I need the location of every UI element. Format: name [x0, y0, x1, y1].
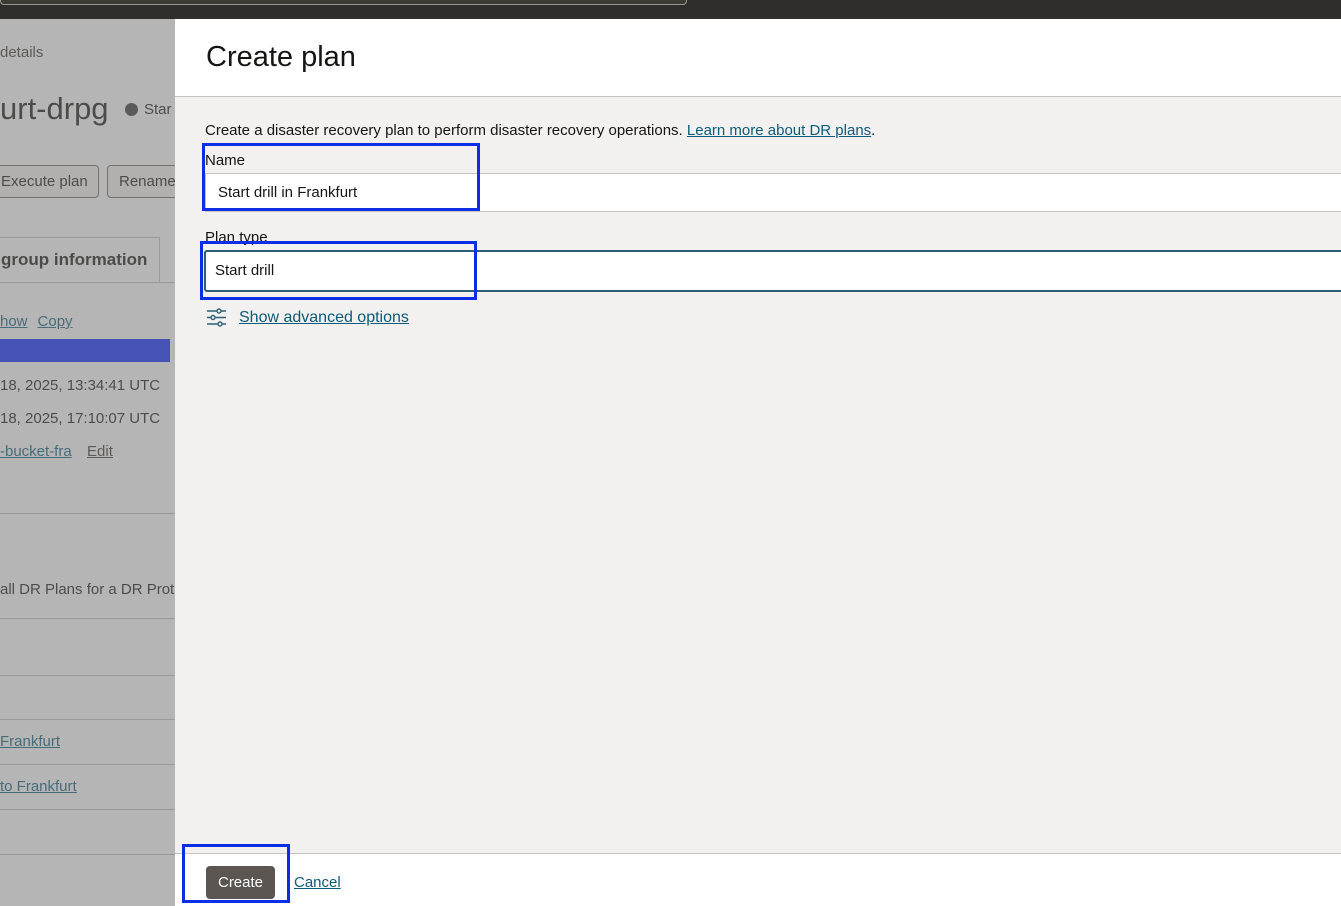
panel-description: Create a disaster recovery plan to perfo… — [205, 122, 876, 139]
learn-more-link[interactable]: Learn more about DR plans — [687, 122, 871, 139]
divider — [0, 854, 175, 855]
plan-row-1: Frankfurt — [0, 733, 60, 750]
name-label: Name — [205, 152, 246, 169]
plan-link-1[interactable]: Frankfurt — [0, 733, 60, 750]
name-input[interactable] — [205, 173, 1341, 212]
panel-title: Create plan — [206, 41, 356, 73]
show-link[interactable]: how — [0, 313, 28, 330]
create-button[interactable]: Create — [206, 866, 275, 899]
status-dot-icon — [125, 103, 138, 116]
updated-value: 18, 2025, 17:10:07 UTC — [0, 410, 161, 427]
divider — [0, 809, 175, 810]
copy-link[interactable]: Copy — [38, 313, 73, 330]
execute-plan-button[interactable]: Execute plan — [0, 165, 99, 198]
description-text: Create a disaster recovery plan to perfo… — [205, 122, 683, 139]
divider — [0, 764, 175, 765]
show-advanced-options-link[interactable]: Show advanced options — [239, 309, 409, 327]
page-title: urt-drpg — [0, 91, 109, 126]
plan-type-label: Plan type — [205, 229, 268, 246]
created-value: 18, 2025, 13:34:41 UTC — [0, 377, 161, 394]
bucket-link[interactable]: -bucket-fra — [0, 443, 72, 460]
divider — [0, 618, 175, 619]
divider — [0, 719, 175, 720]
plan-row-2: to Frankfurt — [0, 778, 77, 795]
status-text: Star — [144, 101, 172, 118]
modal-overlay — [0, 19, 175, 906]
tab-divider — [0, 282, 175, 283]
redacted-ocid — [0, 339, 170, 362]
cancel-link[interactable]: Cancel — [294, 874, 341, 891]
background-page: details urt-drpg Star Execute plan Renam… — [0, 19, 175, 906]
panel-footer: Create Cancel — [175, 853, 1341, 906]
bucket-row: -bucket-fra Edit — [0, 443, 113, 460]
sliders-icon[interactable] — [206, 307, 227, 328]
plan-link-2[interactable]: to Frankfurt — [0, 778, 77, 795]
tab-group-information[interactable]: group information — [0, 237, 160, 283]
ocid-links: how Copy — [0, 313, 73, 330]
divider — [0, 675, 175, 676]
plan-type-select[interactable]: Start drill — [204, 250, 1341, 292]
status-badge: Star — [125, 101, 172, 118]
create-plan-panel: Create plan Create a disaster recovery p… — [175, 19, 1341, 906]
breadcrumb[interactable]: details — [0, 44, 43, 61]
plans-description: all DR Plans for a DR Prot — [0, 581, 175, 598]
panel-header: Create plan — [175, 19, 1341, 97]
rename-button[interactable]: Rename — [107, 165, 175, 198]
advanced-options-row: Show advanced options — [206, 307, 409, 328]
top-search-box[interactable] — [0, 0, 687, 5]
edit-link[interactable]: Edit — [87, 443, 113, 460]
top-bar — [0, 0, 1341, 19]
plan-type-value: Start drill — [215, 262, 275, 279]
divider — [0, 513, 175, 514]
